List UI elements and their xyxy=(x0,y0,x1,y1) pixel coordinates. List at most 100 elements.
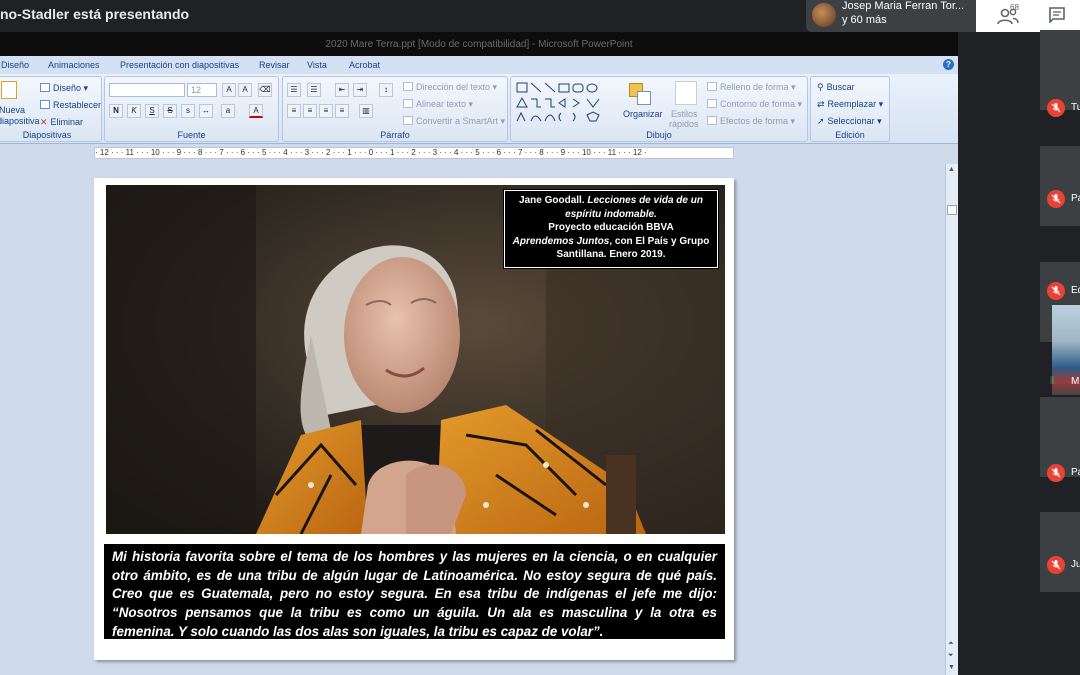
group-label-drawing: Dibujo xyxy=(646,130,672,140)
chat-icon[interactable] xyxy=(1048,7,1066,23)
find-button[interactable]: ⚲ Buscar xyxy=(817,82,855,93)
align-text-button[interactable]: Alinear texto ▾ xyxy=(403,99,473,110)
bullets-icon[interactable]: ☰ xyxy=(287,83,301,97)
shrink-font-icon[interactable]: A xyxy=(238,83,252,97)
italic-icon[interactable]: K xyxy=(127,104,141,118)
text-direction-icon xyxy=(403,82,413,91)
new-slide-icon xyxy=(1,81,17,99)
new-slide-button-2[interactable]: diapositiva xyxy=(0,116,40,126)
participant-tile[interactable] xyxy=(1040,512,1080,592)
shape-outline-icon xyxy=(707,99,717,108)
participant-name: Ed xyxy=(1071,285,1080,296)
increase-indent-icon[interactable]: ⇥ xyxy=(353,83,367,97)
tab-revisar[interactable]: Revisar xyxy=(259,60,290,70)
char-spacing-icon[interactable]: ↔ xyxy=(199,104,213,118)
new-slide-button[interactable]: Nueva xyxy=(0,105,25,115)
line-spacing-icon[interactable]: ↕ xyxy=(379,83,393,97)
horizontal-ruler: · 12 · · · 11 · · · 10 · · · 9 · · · 8 ·… xyxy=(94,147,734,159)
clear-format-icon[interactable]: ⌫ xyxy=(258,83,272,97)
shadow-icon[interactable]: s xyxy=(181,104,195,118)
participant-tile[interactable] xyxy=(1040,30,1080,110)
decrease-indent-icon[interactable]: ⇤ xyxy=(335,83,349,97)
delete-button[interactable]: ✕ Eliminar xyxy=(40,117,83,128)
delete-label: Eliminar xyxy=(50,117,84,127)
mic-off-icon xyxy=(1047,190,1065,208)
quote-textbox[interactable]: Mi historia favorita sobre el tema de lo… xyxy=(104,544,725,639)
group-label-paragraph: Párrafo xyxy=(380,130,410,140)
tab-diseno[interactable]: Diseño xyxy=(1,60,29,70)
tab-vista[interactable]: Vista xyxy=(307,60,327,70)
group-label-editing: Edición xyxy=(835,130,865,140)
reset-button[interactable]: Restablecer xyxy=(40,100,101,110)
shapes-gallery-icon[interactable] xyxy=(515,81,615,127)
select-label: Seleccionar xyxy=(827,116,875,126)
prev-slide-icon[interactable]: ⏶ xyxy=(948,640,954,648)
font-name-combo[interactable] xyxy=(109,83,185,97)
bold-icon[interactable]: N xyxy=(109,104,123,118)
find-label: Buscar xyxy=(826,82,855,92)
columns-icon[interactable]: ▥ xyxy=(359,104,373,118)
grow-font-icon[interactable]: A xyxy=(222,83,236,97)
credit-caption: Jane Goodall. Lecciones de vida de un es… xyxy=(503,189,719,269)
strikethrough-icon[interactable]: S xyxy=(163,104,177,118)
smartart-button[interactable]: Convertir a SmartArt ▾ xyxy=(403,116,505,127)
participant-tile[interactable] xyxy=(1040,146,1080,226)
smartart-icon xyxy=(403,116,413,125)
replace-button[interactable]: ⇄ Reemplazar ▾ xyxy=(817,99,883,110)
credit-author: Jane Goodall. xyxy=(519,195,588,206)
tab-acrobat[interactable]: Acrobat xyxy=(349,60,380,70)
layout-button[interactable]: Diseño ▾ xyxy=(40,83,88,94)
replace-label: Reemplazar xyxy=(827,99,877,109)
group-slides: Nueva diapositiva Diseño ▾ Restablecer ✕… xyxy=(0,76,102,142)
scroll-thumb[interactable] xyxy=(947,205,957,215)
text-direction-button[interactable]: Dirección del texto ▾ xyxy=(403,82,497,93)
scroll-up-icon[interactable]: ▲ xyxy=(948,166,955,173)
font-size-combo[interactable]: 12 xyxy=(187,83,217,97)
quick-styles-button-2[interactable]: rápidos xyxy=(669,119,699,129)
align-center-icon[interactable]: ≡ xyxy=(303,104,317,118)
participant-name: M xyxy=(1071,376,1080,387)
layout-label: Diseño xyxy=(53,83,82,93)
binoculars-icon: ⚲ xyxy=(817,82,824,92)
align-text-label: Alinear texto xyxy=(416,99,467,109)
align-right-icon[interactable]: ≡ xyxy=(319,104,333,118)
cursor-icon: ➚ xyxy=(817,116,825,126)
mic-off-icon xyxy=(1047,99,1065,117)
shape-effects-icon xyxy=(707,116,717,125)
pinned-participant-card[interactable]: Josep Maria Ferran Tor... y 60 más xyxy=(806,0,976,32)
credit-project: Proyecto educación BBVA xyxy=(548,222,674,233)
arrange-button[interactable]: Organizar xyxy=(623,109,663,119)
avatar xyxy=(812,3,836,27)
meet-top-bar: no-Stadler está presentando Josep Maria … xyxy=(0,0,1080,32)
text-direction-label: Dirección del texto xyxy=(416,82,491,92)
justify-icon[interactable]: ≡ xyxy=(335,104,349,118)
underline-icon[interactable]: S xyxy=(145,104,159,118)
shape-effects-button[interactable]: Efectos de forma ▾ xyxy=(707,116,795,127)
select-button[interactable]: ➚ Seleccionar ▾ xyxy=(817,116,882,127)
tab-presentacion[interactable]: Presentación con diapositivas xyxy=(120,60,239,70)
mic-off-icon xyxy=(1047,464,1065,482)
vertical-scrollbar[interactable]: ▲ ⏶ ⏷ ▼ xyxy=(945,164,958,675)
shape-outline-button[interactable]: Contorno de forma ▾ xyxy=(707,99,802,110)
font-color-icon[interactable]: A xyxy=(249,104,263,118)
participant-name: Pa xyxy=(1071,467,1080,478)
align-left-icon[interactable]: ≡ xyxy=(287,104,301,118)
quick-styles-button[interactable]: Estilos xyxy=(671,109,698,119)
people-count-badge: 68 xyxy=(1010,3,1019,12)
slide: Jane Goodall. Lecciones de vida de un es… xyxy=(94,178,734,660)
ribbon: Nueva diapositiva Diseño ▾ Restablecer ✕… xyxy=(0,74,958,144)
group-label-font: Fuente xyxy=(177,130,206,140)
participant-name: Ju xyxy=(1071,559,1080,570)
mic-off-icon xyxy=(1047,282,1065,300)
group-drawing: Organizar Estilos rápidos Relleno de for… xyxy=(510,76,808,142)
help-icon[interactable]: ? xyxy=(943,59,954,70)
change-case-icon[interactable]: a xyxy=(221,104,235,118)
numbering-icon[interactable]: ☰ xyxy=(307,83,321,97)
speaking-indicator-icon: ⦀ xyxy=(1050,376,1055,387)
tab-animaciones[interactable]: Animaciones xyxy=(48,60,100,70)
next-slide-icon[interactable]: ⏷ xyxy=(948,652,954,660)
participant-name: Pa xyxy=(1071,193,1080,204)
smartart-label: Convertir a SmartArt xyxy=(416,116,499,126)
scroll-down-icon[interactable]: ▼ xyxy=(948,664,955,671)
shape-fill-button[interactable]: Relleno de forma ▾ xyxy=(707,82,796,93)
